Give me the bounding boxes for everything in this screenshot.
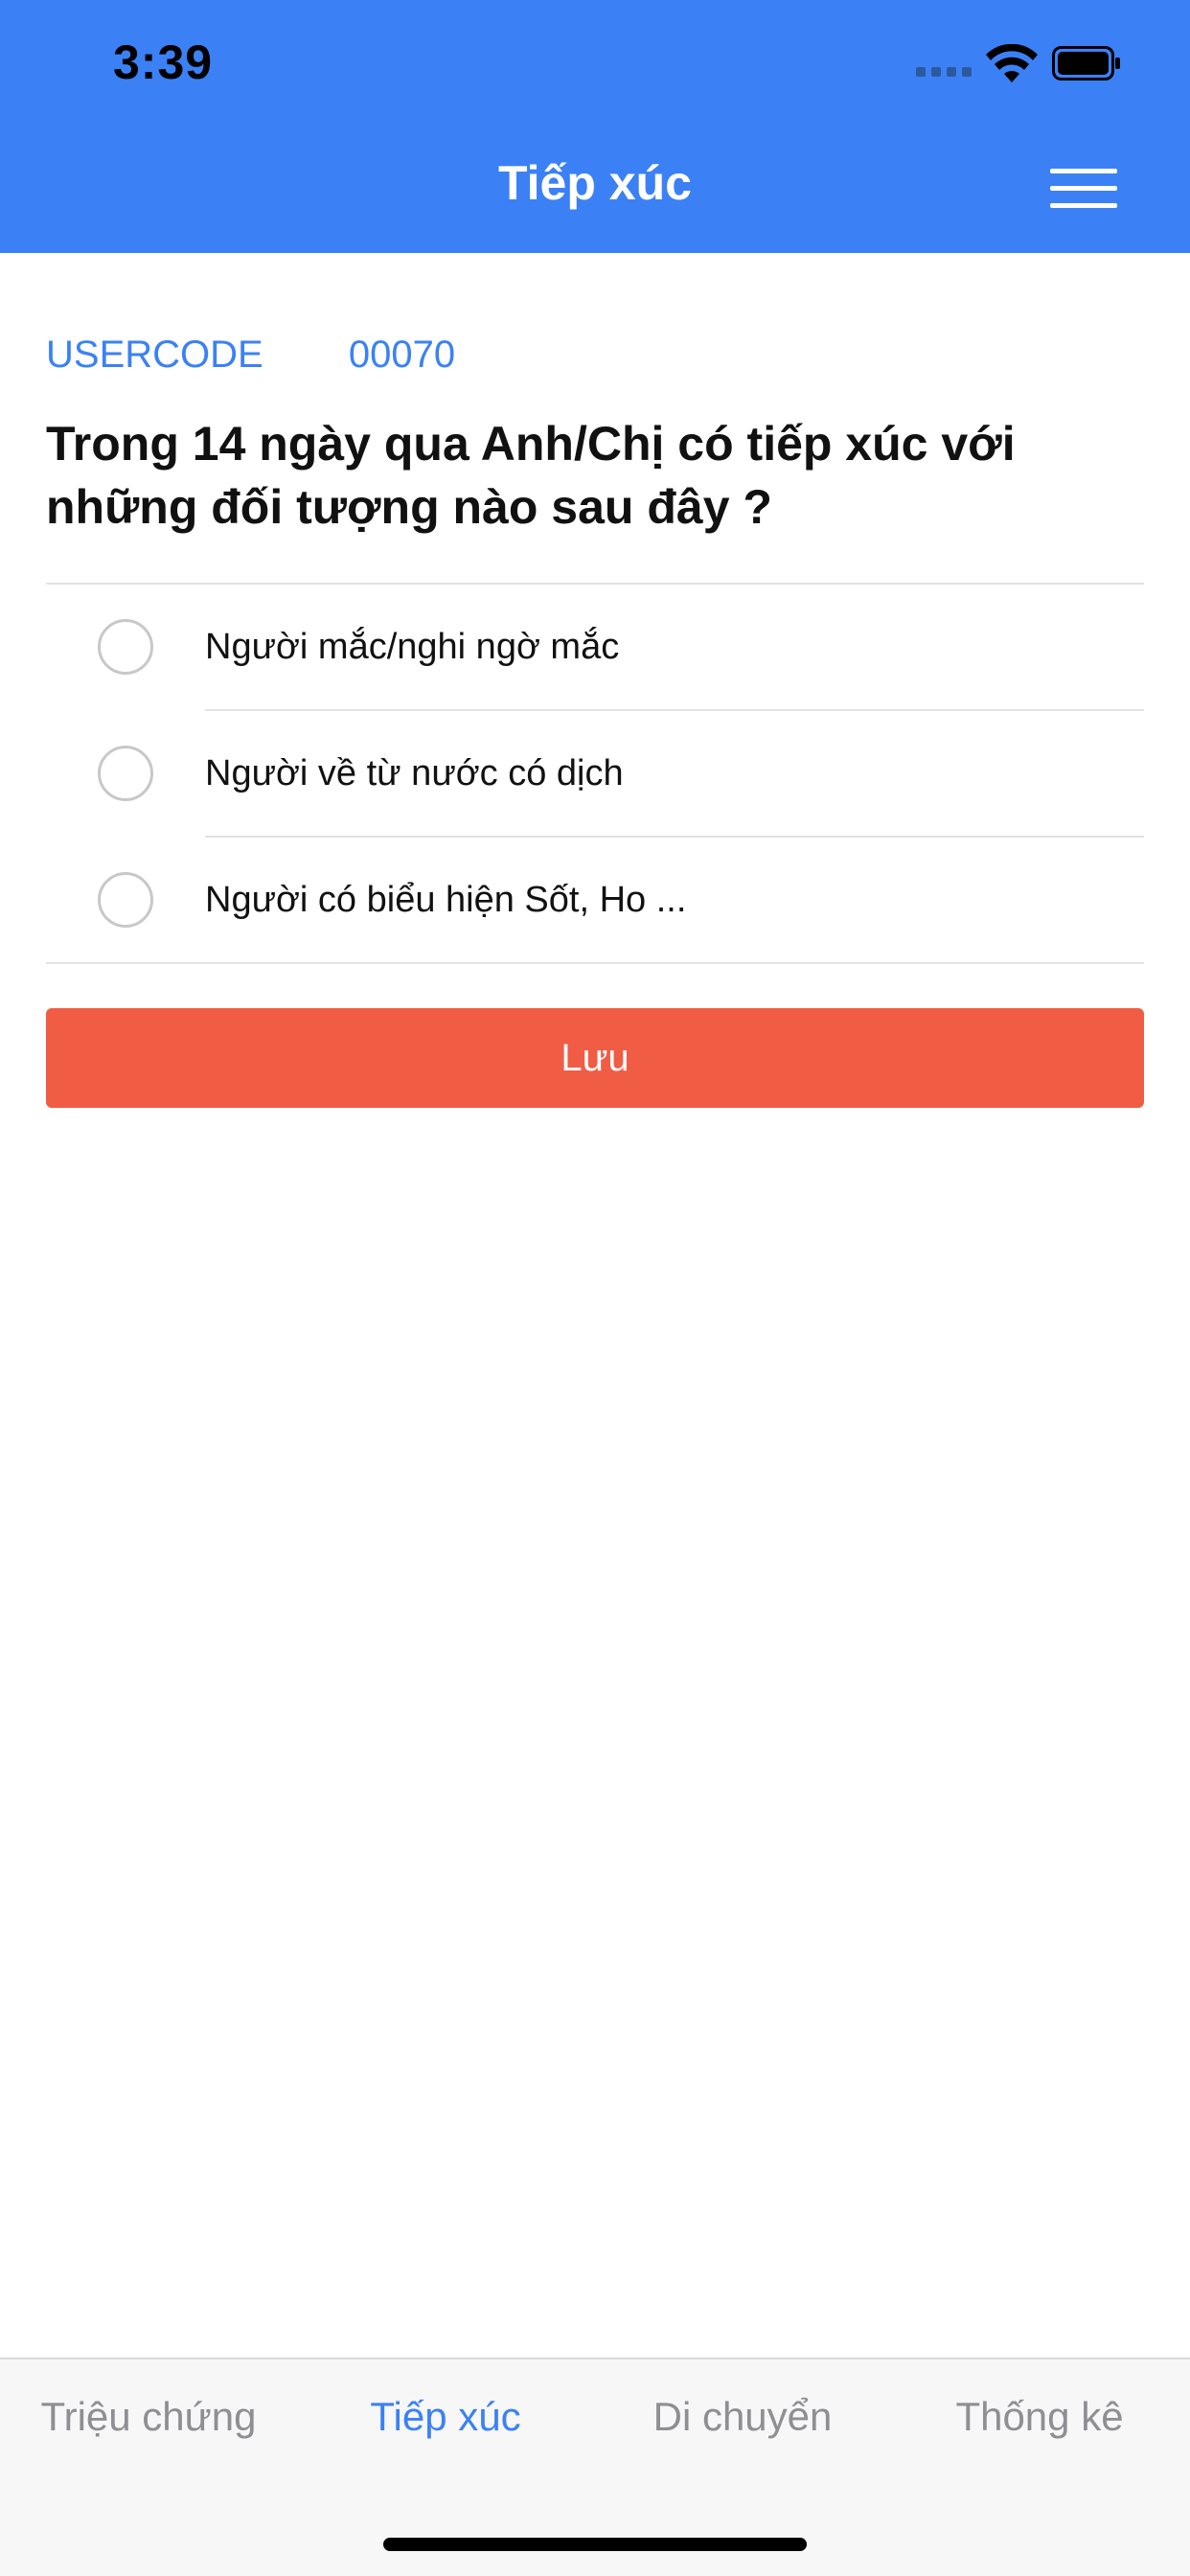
option-item[interactable]: Người mắc/nghi ngờ mắc: [46, 585, 1144, 711]
page-title: Tiếp xúc: [498, 156, 692, 210]
usercode-label: USERCODE: [46, 334, 263, 376]
options-list: Người mắc/nghi ngờ mắc Người về từ nước …: [46, 583, 1144, 964]
hamburger-menu-icon[interactable]: [1050, 165, 1125, 213]
status-time: 3:39: [113, 35, 214, 89]
home-indicator: [383, 2538, 807, 2551]
question-text: Trong 14 ngày qua Anh/Chị có tiếp xúc vớ…: [46, 417, 1016, 534]
option-label: Người có biểu hiện Sốt, Ho ...: [205, 880, 687, 920]
usercode-value: 00070: [348, 334, 456, 376]
cellular-signal-icon: [916, 67, 972, 77]
tab-statistics[interactable]: Thống kê: [891, 2394, 1188, 2440]
save-button[interactable]: Lưu: [46, 1008, 1144, 1108]
usercode-row: USERCODE 00070: [46, 334, 455, 377]
option-item[interactable]: Người có biểu hiện Sốt, Ho ...: [46, 838, 1144, 964]
divider: [46, 962, 1144, 964]
tab-contact[interactable]: Tiếp xúc: [297, 2394, 594, 2440]
tab-travel[interactable]: Di chuyển: [594, 2394, 891, 2440]
option-label: Người về từ nước có dịch: [205, 753, 624, 794]
option-item[interactable]: Người về từ nước có dịch: [46, 711, 1144, 838]
radio-button[interactable]: [98, 872, 153, 928]
battery-icon: [1052, 46, 1120, 80]
wifi-icon: [986, 44, 1038, 82]
radio-button[interactable]: [98, 746, 153, 801]
screen: 3:39 Tiếp xúc USERCODE 00070 Trong 14 ng…: [0, 0, 1190, 2576]
radio-button[interactable]: [98, 619, 153, 675]
app-header: 3:39 Tiếp xúc: [0, 0, 1190, 253]
option-label: Người mắc/nghi ngờ mắc: [205, 627, 620, 667]
tab-symptoms[interactable]: Triệu chứng: [0, 2394, 297, 2440]
